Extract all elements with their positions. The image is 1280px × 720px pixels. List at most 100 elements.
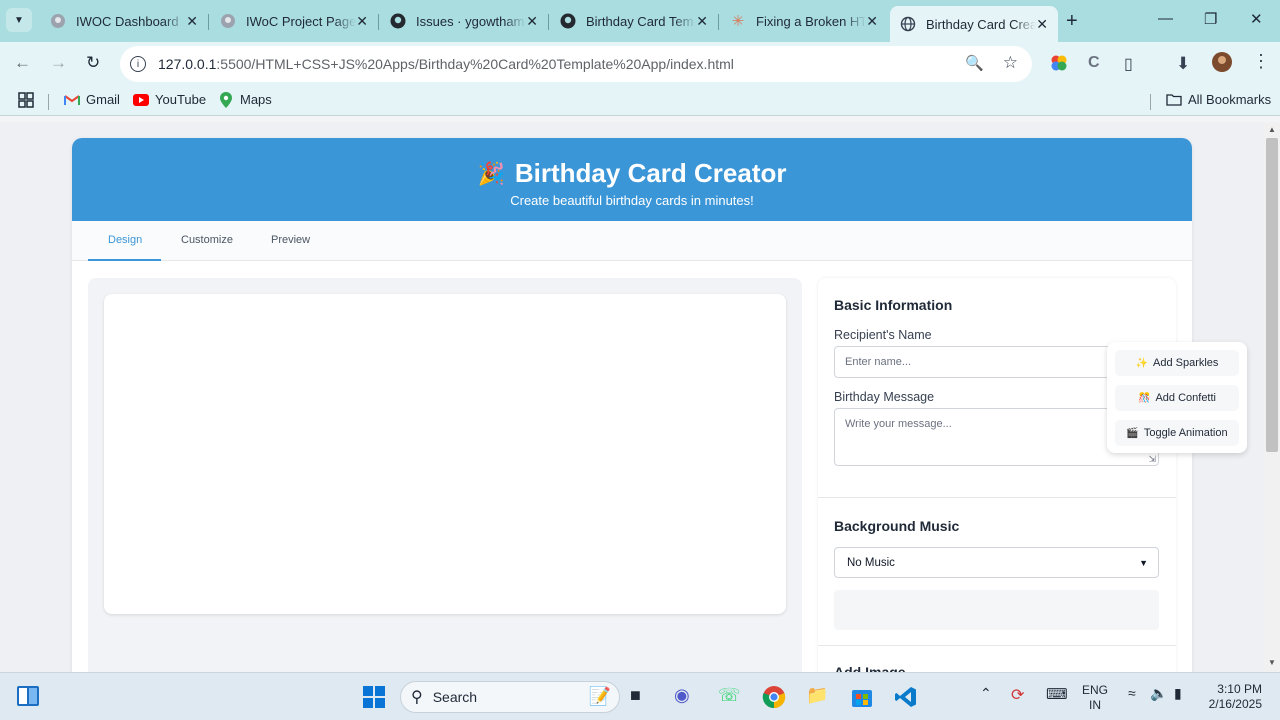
zoom-icon[interactable]: 🔍 [965, 54, 984, 72]
vscode-icon[interactable] [894, 685, 918, 714]
tab-title: Birthday Card Tem [586, 13, 694, 29]
bookmark-divider [48, 94, 49, 110]
scrollbar-thumb[interactable] [1266, 138, 1278, 452]
tab-title: Birthday Card Crea [926, 16, 1036, 32]
all-bookmarks[interactable]: All Bookmarks [1166, 92, 1271, 107]
battery-icon[interactable]: ▮ [1174, 685, 1182, 702]
clock[interactable]: 3:10 PM 2/16/2025 [1206, 682, 1262, 712]
taskbar-search[interactable]: ⚲ Search 📝 [400, 681, 620, 713]
tab-title: Fixing a Broken HT [756, 13, 866, 29]
reload-icon[interactable]: ↻ [86, 53, 100, 73]
close-icon[interactable]: ✕ [526, 13, 538, 30]
close-icon[interactable]: ✕ [696, 13, 708, 30]
tab-design[interactable]: Design [108, 234, 142, 246]
language-indicator[interactable]: ENG IN [1082, 683, 1108, 713]
tab-separator [378, 14, 379, 30]
page-scrollbar[interactable]: ▲ ▼ [1264, 122, 1280, 672]
tab-customize[interactable]: Customize [181, 234, 233, 246]
bookmark-maps[interactable]: Maps [218, 91, 272, 108]
chevron-down-icon: ▼ [14, 14, 24, 26]
windows-taskbar: ⚲ Search 📝 ■ ◉ ☏ 📁 ⌃ ⟳ ⌨ ENG IN ≈ 🔈 ▮ 3:… [0, 672, 1280, 720]
volume-icon[interactable]: 🔈 [1150, 685, 1167, 702]
toggle-animation-button[interactable]: 🎬 Toggle Animation [1115, 420, 1239, 446]
music-select[interactable]: No Music ▼ [834, 547, 1159, 578]
party-popper-icon: 🎉 [477, 160, 505, 186]
github-avatar-icon [50, 13, 66, 29]
file-explorer-icon[interactable]: 📁 [806, 685, 828, 706]
gmail-icon [64, 93, 80, 107]
forward-icon[interactable]: → [50, 53, 67, 73]
basic-info-title: Basic Information [834, 297, 953, 313]
bookmark-star-icon[interactable]: ☆ [1003, 53, 1018, 73]
restore-icon[interactable]: ❐ [1204, 10, 1217, 28]
settings-panel: Basic Information Recipient's Name Enter… [818, 278, 1176, 672]
close-icon[interactable]: ✕ [1036, 16, 1048, 33]
confetti-icon: 🎊 [1138, 392, 1151, 404]
animation-icon: 🎬 [1126, 427, 1139, 439]
chevron-up-icon[interactable]: ⌃ [980, 685, 992, 702]
scroll-up-icon[interactable]: ▲ [1268, 125, 1276, 134]
sync-icon[interactable]: ⟳ [1011, 685, 1024, 705]
browser-tab-2[interactable]: Issues · ygowtham ✕ [380, 6, 548, 36]
github-icon [560, 13, 576, 29]
bookmark-gmail[interactable]: Gmail [64, 92, 120, 107]
tab-title: IWoC Project Page [246, 13, 356, 29]
teams-icon[interactable]: ◉ [674, 685, 690, 706]
back-icon[interactable]: ← [14, 53, 31, 73]
add-confetti-button[interactable]: 🎊 Add Confetti [1115, 385, 1239, 411]
add-sparkles-button[interactable]: ✨ Add Sparkles [1115, 350, 1239, 376]
url-text[interactable]: 127.0.0.1:5500/HTML+CSS+JS%20Apps/Birthd… [158, 56, 734, 72]
close-window-icon[interactable]: ✕ [1250, 10, 1263, 28]
search-icon: ⚲ [411, 689, 423, 706]
youtube-icon [133, 93, 149, 107]
avatar[interactable] [1212, 52, 1232, 77]
store-icon[interactable] [850, 685, 874, 714]
tab-separator [718, 14, 719, 30]
close-icon[interactable]: ✕ [866, 13, 878, 30]
add-image-title: Add Image [834, 664, 906, 672]
close-icon[interactable]: ✕ [186, 13, 198, 30]
keyboard-icon[interactable]: ⌨ [1046, 685, 1068, 703]
color-extension-icon[interactable] [1050, 54, 1068, 77]
bookmark-youtube[interactable]: YouTube [133, 92, 206, 107]
browser-tab-0[interactable]: IWOC Dashboard ✕ [40, 6, 208, 36]
wifi-icon[interactable]: ≈ [1128, 685, 1136, 701]
card-canvas[interactable] [104, 294, 786, 614]
effects-menu: ✨ Add Sparkles 🎊 Add Confetti 🎬 Toggle A… [1107, 342, 1247, 453]
search-highlight-icon: 📝 [588, 686, 611, 706]
puzzle-icon[interactable]: ▯ [1124, 54, 1133, 74]
app-header: 🎉 Birthday Card Creator Create beautiful… [72, 138, 1192, 221]
start-icon[interactable] [362, 685, 386, 714]
minimize-icon[interactable]: — [1158, 10, 1173, 27]
resize-handle-icon[interactable]: ⇲ [1148, 454, 1156, 465]
task-view-icon[interactable]: ■ [630, 685, 641, 706]
birthday-card-app: 🎉 Birthday Card Creator Create beautiful… [72, 138, 1192, 672]
new-tab-icon[interactable]: + [1066, 10, 1078, 33]
whatsapp-icon[interactable]: ☏ [718, 685, 741, 706]
browser-toolbar: ← → ↻ i 127.0.0.1:5500/HTML+CSS+JS%20App… [0, 42, 1280, 86]
chrome-icon[interactable] [762, 685, 786, 714]
browser-tab-3[interactable]: Birthday Card Tem ✕ [550, 6, 718, 36]
kebab-menu-icon[interactable]: ⋮ [1252, 51, 1270, 72]
address-bar[interactable]: i 127.0.0.1:5500/HTML+CSS+JS%20Apps/Birt… [120, 46, 1032, 82]
tab-search-button[interactable]: ▼ [6, 8, 32, 32]
bookmark-divider [1150, 94, 1151, 110]
download-icon[interactable]: ⬇ [1176, 54, 1190, 74]
github-avatar-icon [220, 13, 236, 29]
site-info-icon[interactable]: i [130, 56, 146, 72]
active-tab-indicator [88, 259, 161, 261]
browser-tab-4[interactable]: ✳ Fixing a Broken HT ✕ [720, 6, 888, 36]
section-divider [818, 645, 1176, 646]
scroll-down-icon[interactable]: ▼ [1268, 658, 1276, 667]
close-icon[interactable]: ✕ [356, 13, 368, 30]
browser-tab-strip: ▼ IWOC Dashboard ✕ IWoC Project Page ✕ I… [0, 0, 1280, 42]
globe-icon [900, 16, 916, 32]
widgets-icon[interactable] [16, 685, 40, 712]
section-divider [818, 497, 1176, 498]
apps-grid-icon[interactable] [18, 92, 34, 108]
sparkles-icon: ✨ [1135, 357, 1148, 369]
extension-c-icon[interactable]: C [1088, 54, 1100, 72]
browser-tab-1[interactable]: IWoC Project Page ✕ [210, 6, 378, 36]
browser-tab-5[interactable]: Birthday Card Crea ✕ [890, 6, 1058, 42]
tab-preview[interactable]: Preview [271, 234, 310, 246]
